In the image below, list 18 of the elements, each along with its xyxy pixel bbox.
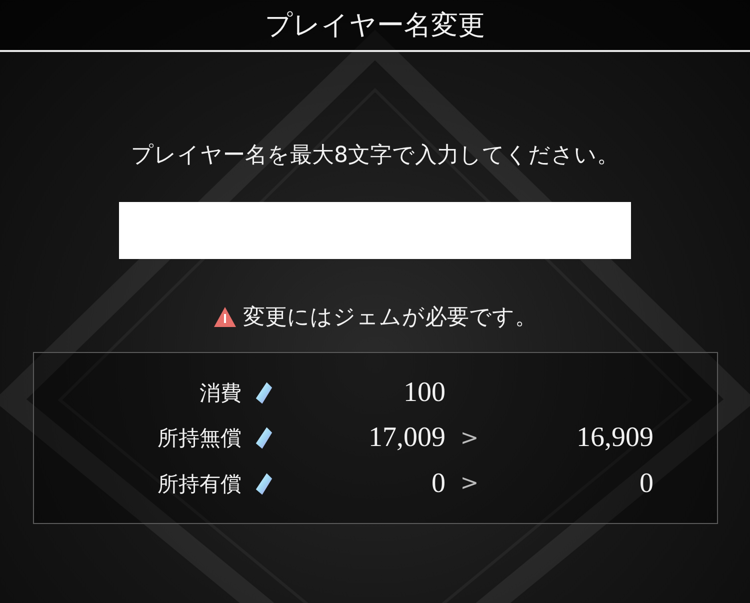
window-title: プレイヤー名変更 [265,9,485,43]
row-label: 所持有償 [156,470,242,498]
gem-amount: 0 [430,468,446,500]
arrow-text: > [459,471,480,496]
instruction-text: プレイヤー名を最大8文字で入力してください。 [131,142,619,170]
row-label: 所持無償 [156,425,242,452]
warning-text: 変更にはジェムが必要です。 [243,304,537,332]
warning-icon [213,306,237,328]
gem-icon [254,426,272,450]
gem-amount-after: 0 [638,468,654,500]
gem-icon [254,472,272,496]
row-label: 消費 [198,380,242,406]
gem-amount-after: 16,909 [576,422,654,454]
name-input-field[interactable] [119,202,631,259]
arrow-text: > [459,426,480,450]
gem-amount: 17,009 [368,422,446,454]
gem-amount: 100 [402,376,446,408]
gem-icon [254,380,272,404]
